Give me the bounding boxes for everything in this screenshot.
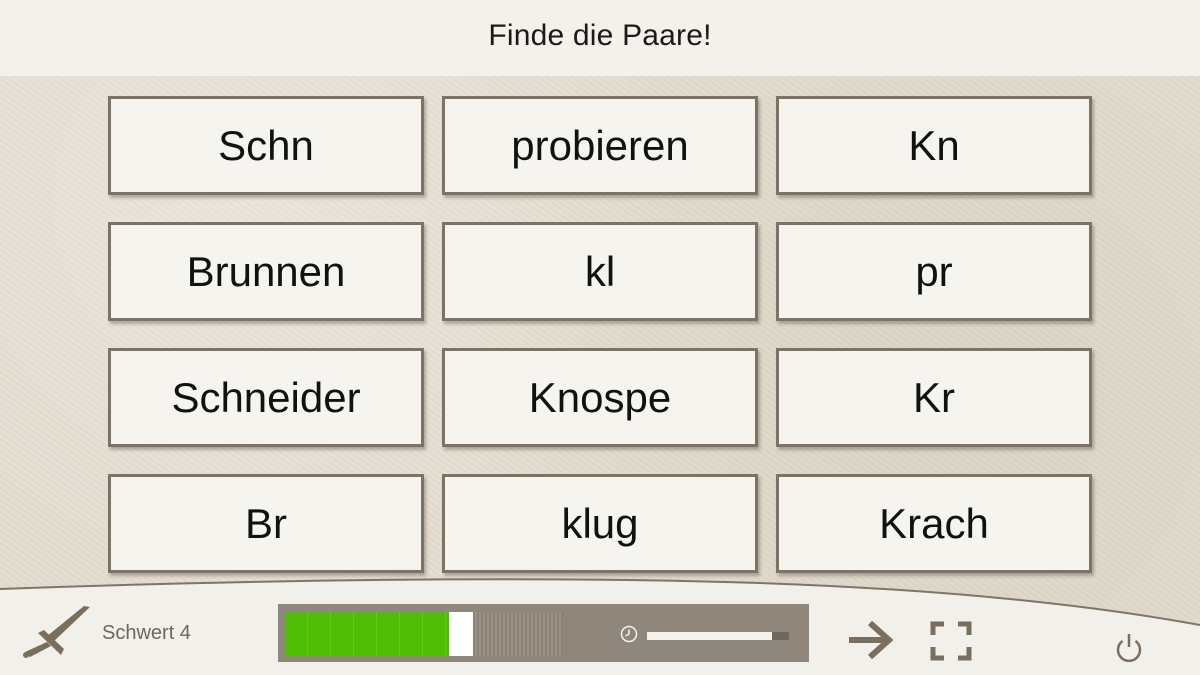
word-card[interactable]: Kn bbox=[776, 96, 1092, 195]
timer-bar bbox=[647, 632, 789, 640]
word-card[interactable]: Knospe bbox=[442, 348, 758, 447]
card-label: Krach bbox=[879, 499, 989, 547]
card-label: Kr bbox=[913, 373, 955, 421]
card-label: probieren bbox=[511, 121, 689, 169]
card-label: Kn bbox=[908, 121, 960, 169]
word-card[interactable]: Schneider bbox=[108, 348, 424, 447]
card-label: kl bbox=[584, 247, 616, 295]
word-card[interactable]: Brunnen bbox=[108, 222, 424, 321]
progress-bar bbox=[285, 612, 563, 656]
card-grid: Schn probieren Kn Brunnen kl pr Schneide… bbox=[108, 96, 1092, 573]
progress-panel bbox=[278, 604, 809, 662]
word-card[interactable]: Schn bbox=[108, 96, 424, 195]
card-label: Schneider bbox=[171, 373, 361, 421]
progress-current-marker bbox=[449, 612, 473, 656]
card-label: klug bbox=[561, 499, 639, 547]
card-label: pr bbox=[915, 247, 953, 295]
word-card[interactable]: Krach bbox=[776, 474, 1092, 573]
word-card[interactable]: klug bbox=[442, 474, 758, 573]
card-label: Schn bbox=[218, 121, 314, 169]
progress-fill bbox=[285, 612, 450, 656]
card-label: Brunnen bbox=[186, 247, 346, 295]
word-card[interactable]: probieren bbox=[442, 96, 758, 195]
level-label: Schwert 4 bbox=[102, 622, 191, 644]
sword-icon bbox=[23, 606, 90, 658]
word-card[interactable]: Kr bbox=[776, 348, 1092, 447]
word-card[interactable]: Br bbox=[108, 474, 424, 573]
card-label: Br bbox=[245, 499, 287, 547]
clock-icon bbox=[620, 625, 638, 643]
next-arrow-icon[interactable] bbox=[846, 619, 894, 661]
word-card[interactable]: pr bbox=[776, 222, 1092, 321]
fullscreen-icon[interactable] bbox=[930, 621, 972, 661]
card-label: Knospe bbox=[528, 373, 672, 421]
power-icon[interactable] bbox=[1114, 632, 1144, 664]
word-card[interactable]: kl bbox=[442, 222, 758, 321]
header-bar: Finde die Paare! bbox=[0, 0, 1200, 76]
timer-fill bbox=[647, 632, 772, 640]
game-instruction-title: Finde die Paare! bbox=[488, 19, 712, 52]
